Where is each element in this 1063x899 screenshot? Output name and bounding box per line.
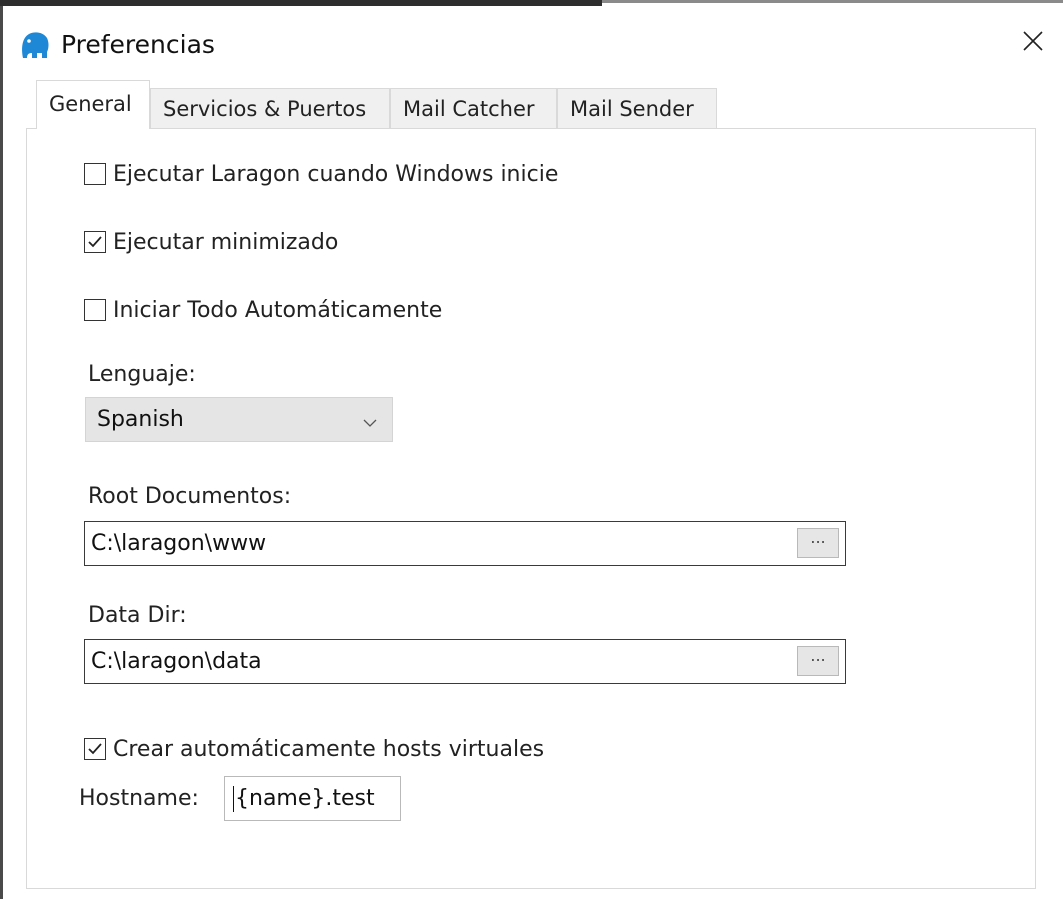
data-dir-field[interactable]: C:\laragon\data ... xyxy=(84,639,846,684)
run-minimized-label: Ejecutar minimizado xyxy=(113,229,339,255)
window-left-border xyxy=(0,6,3,899)
run-minimized-checkbox[interactable]: Ejecutar minimizado xyxy=(84,226,338,258)
chevron-down-icon xyxy=(362,412,378,437)
checkmark-icon xyxy=(88,743,102,755)
tab-mail-sender[interactable]: Mail Sender xyxy=(557,88,717,128)
checkbox-box xyxy=(84,738,106,760)
tab-servicios-puertos[interactable]: Servicios & Puertos xyxy=(150,88,390,128)
document-root-browse-button[interactable]: ... xyxy=(797,528,839,558)
auto-vhosts-label: Crear automáticamente hosts virtuales xyxy=(113,736,545,762)
close-icon xyxy=(1023,31,1043,51)
language-value: Spanish xyxy=(97,407,184,432)
tab-strip: General Servicios & Puertos Mail Catcher… xyxy=(26,80,1026,130)
checkbox-box xyxy=(84,231,106,253)
language-label: Lenguaje: xyxy=(88,362,196,387)
start-all-checkbox[interactable]: Iniciar Todo Automáticamente xyxy=(84,294,442,326)
document-root-value: C:\laragon\www xyxy=(91,531,267,556)
hostname-label: Hostname: xyxy=(79,786,199,811)
tab-general[interactable]: General xyxy=(36,80,150,129)
auto-vhosts-checkbox[interactable]: Crear automáticamente hosts virtuales xyxy=(84,733,544,765)
window-top-border-inactive xyxy=(602,0,1063,3)
close-button[interactable] xyxy=(1003,16,1063,66)
checkbox-box xyxy=(84,299,106,321)
data-dir-browse-button[interactable]: ... xyxy=(797,646,839,676)
checkbox-box xyxy=(84,163,106,185)
tab-label: General xyxy=(49,92,132,116)
checkmark-icon xyxy=(88,236,102,248)
hostname-value: {name}.test xyxy=(235,786,375,811)
laragon-elephant-icon xyxy=(17,28,51,62)
tab-label: Servicios & Puertos xyxy=(163,97,367,121)
run-on-startup-checkbox[interactable]: Ejecutar Laragon cuando Windows inicie xyxy=(84,158,558,190)
data-dir-value: C:\laragon\data xyxy=(91,649,262,674)
language-dropdown[interactable]: Spanish xyxy=(85,397,393,442)
preferences-window: Preferencias General Servicios & Puertos… xyxy=(0,0,1063,899)
tab-label: Mail Sender xyxy=(570,97,694,121)
title-bar[interactable]: Preferencias xyxy=(3,6,1063,76)
start-all-label: Iniciar Todo Automáticamente xyxy=(113,297,443,323)
data-dir-label: Data Dir: xyxy=(88,603,187,628)
document-root-label: Root Documentos: xyxy=(88,484,292,509)
text-caret xyxy=(233,785,234,812)
hostname-input[interactable]: {name}.test xyxy=(224,776,401,821)
tab-label: Mail Catcher xyxy=(403,97,535,121)
window-title: Preferencias xyxy=(61,30,215,59)
tab-mail-catcher[interactable]: Mail Catcher xyxy=(390,88,557,128)
document-root-field[interactable]: C:\laragon\www ... xyxy=(84,521,846,566)
run-on-startup-label: Ejecutar Laragon cuando Windows inicie xyxy=(113,161,559,187)
